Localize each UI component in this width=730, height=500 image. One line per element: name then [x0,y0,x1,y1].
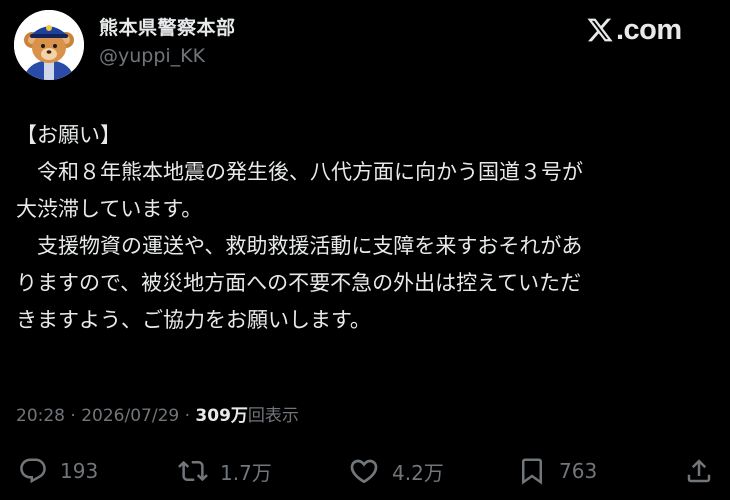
x-logo-icon [587,18,613,42]
heart-icon [350,459,378,484]
reply-count: 193 [60,459,99,483]
avatar[interactable] [14,10,84,80]
meta-separator: · [179,406,196,426]
tweet-line: 【お願い】 [16,123,121,147]
tweet-line: 令和８年熊本地震の発生後、八代方面に向かう国道３号が [16,160,583,184]
tweet-line: きますよう、ご協力をお願いします。 [16,308,371,332]
tweet-line: 大渋滞しています。 [16,197,203,221]
like-count: 4.2万 [392,460,444,485]
tweet-date[interactable]: 2026/07/29 [81,406,179,426]
action-bar: 193 1.7万 4.2万 763 [0,450,730,492]
repost-button[interactable]: 1.7万 [178,450,272,492]
share-icon [687,459,711,483]
bookmark-button[interactable]: 763 [517,450,597,492]
views-count: 309万 [195,406,248,426]
tweet-line: 支援物資の運送や、救助救援活動に支障を来すおそれがあ [16,234,583,258]
tweet-line: りますので、被災地方面への不要不急の外出は控えていただ [16,271,582,295]
handle[interactable]: @yuppi_KK [99,45,205,67]
tweet-time[interactable]: 20:28 [16,406,65,426]
domain-label: .com [616,13,682,46]
reply-button[interactable]: 193 [18,450,98,492]
bookmark-count: 763 [559,459,598,483]
reply-icon [20,458,46,484]
x-com-logo: .com [586,12,682,48]
repost-icon [178,460,208,482]
tweet-text: 【お願い】 令和８年熊本地震の発生後、八代方面に向かう国道３号が 大渋滞していま… [16,117,716,339]
like-button[interactable]: 4.2万 [348,450,444,492]
meta-separator: · [65,406,82,426]
tweet-meta: 20:28 · 2026/07/29 · 309万回表示 [16,401,299,426]
police-bear-mascot-icon [14,10,84,80]
display-name[interactable]: 熊本県警察本部 [99,13,236,40]
share-button[interactable] [684,450,714,492]
bookmark-icon [522,458,542,485]
repost-count: 1.7万 [220,460,272,485]
views-label: 回表示 [247,406,299,426]
